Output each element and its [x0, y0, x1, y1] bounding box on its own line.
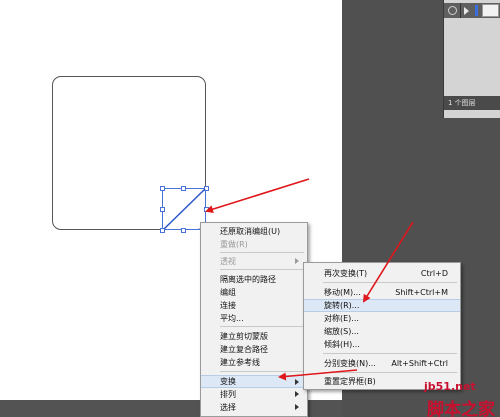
annotation-arrow — [205, 178, 310, 214]
annotation-arrow — [278, 369, 358, 381]
annotation-arrows — [205, 178, 414, 381]
annotation-arrow — [362, 221, 414, 303]
watermark-domain: jb51.net — [424, 380, 476, 393]
watermark-site-name: 脚本之家 — [427, 400, 495, 417]
